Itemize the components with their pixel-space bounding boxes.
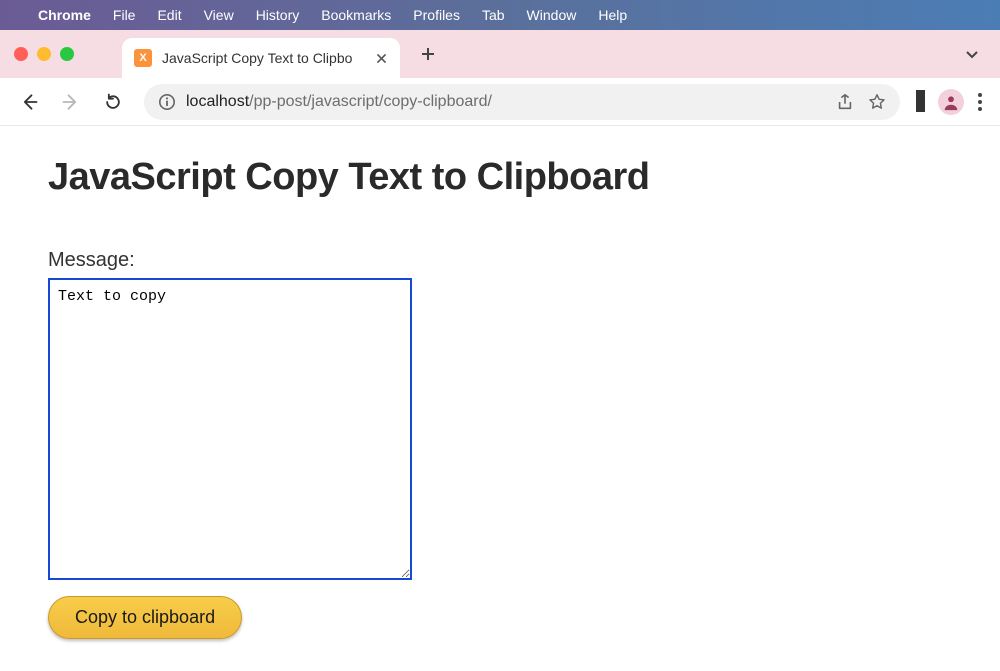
tab-favicon-icon: X xyxy=(134,49,152,67)
message-label: Message: xyxy=(48,249,952,272)
menubar-item-help[interactable]: Help xyxy=(598,7,627,23)
new-tab-button[interactable] xyxy=(414,40,442,68)
chrome-toolbar: localhost/pp-post/javascript/copy-clipbo… xyxy=(0,78,1000,126)
address-bar[interactable]: localhost/pp-post/javascript/copy-clipbo… xyxy=(144,84,900,120)
bookmark-star-icon[interactable] xyxy=(868,93,886,111)
url-host: localhost xyxy=(186,93,249,111)
macos-menubar: Chrome File Edit View History Bookmarks … xyxy=(0,0,1000,30)
copy-to-clipboard-button[interactable]: Copy to clipboard xyxy=(48,596,242,639)
forward-button[interactable] xyxy=(54,85,88,119)
reload-button[interactable] xyxy=(96,85,130,119)
tab-close-icon[interactable] xyxy=(375,52,388,65)
site-info-icon[interactable] xyxy=(158,93,176,111)
profile-avatar-icon[interactable] xyxy=(938,89,964,115)
page-title: JavaScript Copy Text to Clipboard xyxy=(48,156,952,199)
menubar-item-bookmarks[interactable]: Bookmarks xyxy=(321,7,391,23)
tabs-dropdown-icon[interactable] xyxy=(964,46,980,62)
window-close-button[interactable] xyxy=(14,47,28,61)
menubar-app-name[interactable]: Chrome xyxy=(38,7,91,23)
page-viewport: JavaScript Copy Text to Clipboard Messag… xyxy=(0,126,1000,669)
menubar-item-edit[interactable]: Edit xyxy=(157,7,181,23)
menubar-item-tab[interactable]: Tab xyxy=(482,7,505,23)
chrome-tabstrip: X JavaScript Copy Text to Clipbo xyxy=(0,30,1000,78)
back-button[interactable] xyxy=(12,85,46,119)
menubar-item-profiles[interactable]: Profiles xyxy=(413,7,460,23)
side-panel-icon[interactable] xyxy=(920,93,924,111)
menubar-item-view[interactable]: View xyxy=(204,7,234,23)
message-textarea[interactable] xyxy=(48,278,412,580)
menubar-item-window[interactable]: Window xyxy=(527,7,577,23)
tab-title: JavaScript Copy Text to Clipbo xyxy=(162,50,365,66)
menubar-item-history[interactable]: History xyxy=(256,7,300,23)
share-icon[interactable] xyxy=(836,93,854,111)
url-path: /pp-post/javascript/copy-clipboard/ xyxy=(249,93,492,111)
window-controls xyxy=(14,47,74,61)
browser-tab[interactable]: X JavaScript Copy Text to Clipbo xyxy=(122,38,400,78)
menubar-item-file[interactable]: File xyxy=(113,7,136,23)
window-minimize-button[interactable] xyxy=(37,47,51,61)
window-maximize-button[interactable] xyxy=(60,47,74,61)
chrome-menu-icon[interactable] xyxy=(978,93,982,111)
